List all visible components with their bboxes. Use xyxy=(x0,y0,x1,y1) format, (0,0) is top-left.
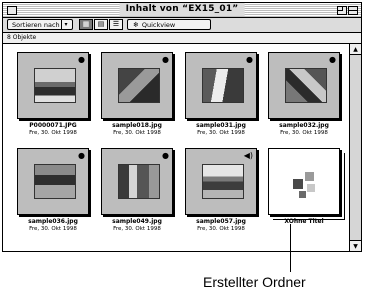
file-thumbnail: ● xyxy=(17,52,89,119)
folder-document-icon xyxy=(268,148,340,215)
photo-preview xyxy=(202,164,244,199)
photo-preview xyxy=(118,68,160,103)
callout-line xyxy=(290,224,291,272)
photo-preview xyxy=(285,68,327,103)
file-name: sample018.jpg xyxy=(112,122,162,129)
sound-marker-icon: ● xyxy=(78,151,85,160)
file-name: sample057.jpg xyxy=(196,218,246,225)
quickview-label: Quickview xyxy=(141,21,176,29)
file-thumbnail: ◀) xyxy=(185,148,257,215)
doc-square-icon xyxy=(299,191,306,198)
file-item[interactable]: ● sample031.jpg Fre, 30. Okt 1998 xyxy=(183,52,259,140)
scroll-down-arrow-icon[interactable]: ▼ xyxy=(350,240,361,251)
photo-preview xyxy=(34,164,76,199)
file-date: Fre, 30. Okt 1998 xyxy=(29,130,77,136)
chevron-down-icon: ▾ xyxy=(61,20,70,29)
file-name: sample031.jpg xyxy=(196,122,246,129)
file-name: sample032.jpg xyxy=(279,122,329,129)
icon-view-button[interactable]: ▦ xyxy=(79,19,93,30)
file-thumbnail: ● xyxy=(101,148,173,215)
window-title: Inhalt von “EX15_01” xyxy=(119,3,245,16)
sound-marker-icon: ● xyxy=(162,55,169,64)
sort-by-popup[interactable]: Sortieren nach ▾ xyxy=(7,19,73,30)
speaker-icon: ◀) xyxy=(243,151,253,160)
sort-by-label: Sortieren nach xyxy=(12,21,60,29)
callout-label: Erstellter Ordner xyxy=(203,274,306,290)
photo-preview xyxy=(118,164,160,199)
doc-square-icon xyxy=(293,179,303,189)
folder-name: XOhne Titel xyxy=(284,218,324,225)
list-view-button[interactable]: ▤ xyxy=(94,19,108,30)
file-item[interactable]: ● sample018.jpg Fre, 30. Okt 1998 xyxy=(99,52,175,140)
finder-window: Inhalt von “EX15_01” Sortieren nach ▾ ▦ … xyxy=(2,2,362,252)
file-grid: ● P0000071.JPG Fre, 30. Okt 1998 ● sampl… xyxy=(3,44,349,251)
close-box-icon[interactable] xyxy=(7,6,17,15)
file-item[interactable]: ◀) sample057.jpg Fre, 30. Okt 1998 xyxy=(183,148,259,236)
doc-square-icon xyxy=(305,172,314,181)
column-view-button[interactable]: ☰ xyxy=(109,19,123,30)
file-thumbnail: ● xyxy=(101,52,173,119)
file-date: Fre, 30. Okt 1998 xyxy=(29,226,77,232)
file-item[interactable]: ● sample049.jpg Fre, 30. Okt 1998 xyxy=(99,148,175,236)
new-folder-item[interactable]: XOhne Titel xyxy=(266,148,342,236)
file-date: Fre, 30. Okt 1998 xyxy=(197,130,245,136)
file-date: Fre, 30. Okt 1998 xyxy=(197,226,245,232)
quickview-button[interactable]: ❄ Quickview xyxy=(127,19,211,30)
status-line: 8 Objekte xyxy=(3,33,361,44)
photo-preview xyxy=(202,68,244,103)
file-item[interactable]: ● P0000071.JPG Fre, 30. Okt 1998 xyxy=(15,52,91,140)
file-item[interactable]: ● sample036.jpg Fre, 30. Okt 1998 xyxy=(15,148,91,236)
file-name: sample049.jpg xyxy=(112,218,162,225)
photo-preview xyxy=(34,68,76,103)
doc-square-icon xyxy=(307,184,315,192)
file-name: sample036.jpg xyxy=(28,218,78,225)
file-date: Fre, 30. Okt 1998 xyxy=(113,226,161,232)
title-bar[interactable]: Inhalt von “EX15_01” xyxy=(3,3,361,18)
sound-marker-icon: ● xyxy=(162,151,169,160)
scroll-up-arrow-icon[interactable]: ▲ xyxy=(350,44,361,55)
file-thumbnail: ● xyxy=(185,52,257,119)
file-item[interactable]: ● sample032.jpg Fre, 30. Okt 1998 xyxy=(266,52,342,140)
quickview-icon: ❄ xyxy=(133,21,139,29)
collapse-box-icon[interactable] xyxy=(348,6,358,15)
toolbar: Sortieren nach ▾ ▦ ▤ ☰ ❄ Quickview xyxy=(3,18,361,33)
file-date: Fre, 30. Okt 1998 xyxy=(113,130,161,136)
file-date: Fre, 30. Okt 1998 xyxy=(280,130,328,136)
file-thumbnail: ● xyxy=(268,52,340,119)
file-name: P0000071.JPG xyxy=(29,122,77,129)
zoom-box-icon[interactable] xyxy=(337,6,347,15)
file-thumbnail: ● xyxy=(17,148,89,215)
sound-marker-icon: ● xyxy=(78,55,85,64)
vertical-scrollbar[interactable]: ▲ ▼ xyxy=(349,44,361,251)
sound-marker-icon: ● xyxy=(329,55,336,64)
sound-marker-icon: ● xyxy=(246,55,253,64)
